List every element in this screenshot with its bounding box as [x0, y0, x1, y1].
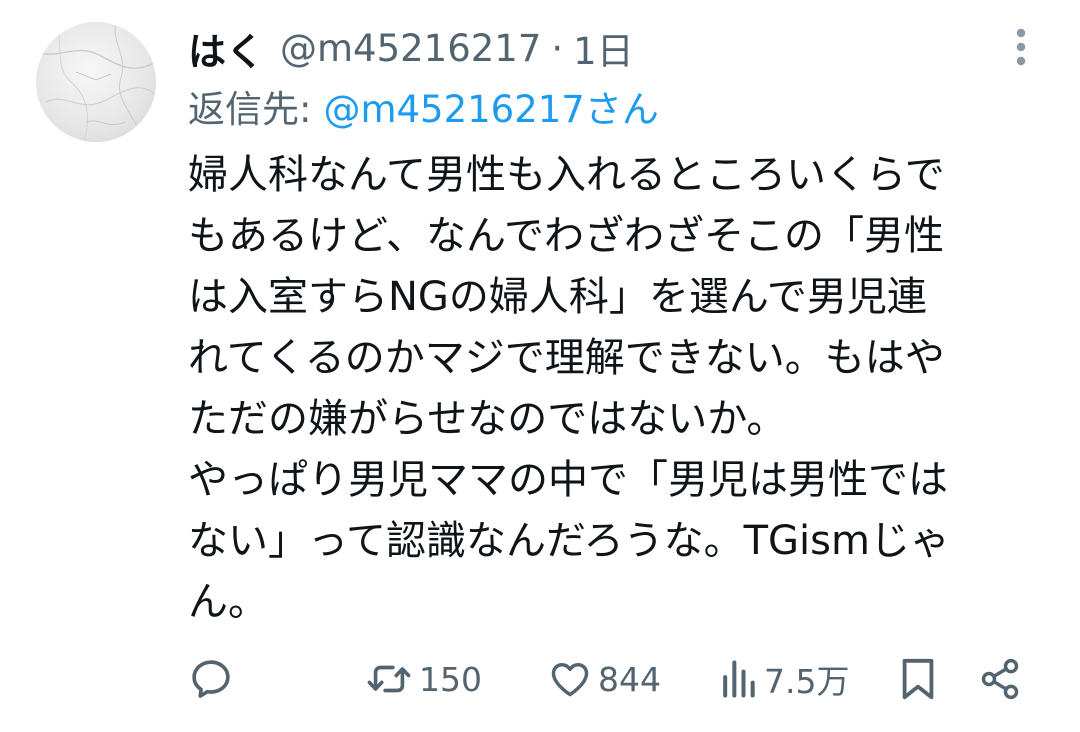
retweet-icon: [367, 665, 411, 693]
tweet-body-line: ん。: [188, 579, 268, 625]
user-handle[interactable]: @m45216217: [280, 27, 541, 70]
tweet-body-line: やっぱり男児ママの中で「男児は男性では: [188, 457, 948, 503]
timestamp[interactable]: 1日: [573, 21, 634, 75]
tweet-body-line: もあるけど、なんでわざわざそこの「男性: [188, 213, 944, 259]
tweet-body-line: は入室すらNGの婦人科」を選んで男児連: [188, 274, 927, 320]
marble-avatar-image: [36, 22, 156, 142]
tweet-body-line: ただの嫌がらせなのではないか。: [188, 396, 787, 442]
like-count: 844: [598, 659, 661, 699]
reply-icon: [192, 660, 230, 698]
share-icon: [981, 658, 1019, 700]
tweet-body-line: 婦人科なんて男性も入れるところいくらで: [188, 152, 945, 198]
tweet-body-line: ない」って認識なんだろうな。TGismじゃ: [188, 518, 950, 564]
reply-button[interactable]: [188, 650, 234, 708]
share-button[interactable]: [978, 650, 1022, 708]
tweet-body: 婦人科なんて男性も入れるところいくらで もあるけど、なんでわざわざそこの「男性 …: [188, 145, 1058, 633]
reply-to-handle-link[interactable]: @m45216217さん: [323, 79, 658, 133]
views-button[interactable]: 7.5万: [718, 650, 849, 708]
reply-to-label: 返信先:: [188, 88, 312, 131]
more-options-button[interactable]: [998, 22, 1044, 72]
reply-to-line: 返信先: @m45216217さん: [188, 80, 659, 132]
display-name[interactable]: はく: [188, 21, 264, 76]
tweet-body-line: れてくるのかマジで理解できない。もはや: [188, 335, 945, 381]
heart-icon: [551, 662, 589, 697]
tweet-action-bar: 150 844 7.5万: [0, 650, 1080, 708]
tweet-header: はく @m45216217 · 1日: [188, 22, 634, 74]
retweet-count: 150: [419, 659, 482, 699]
separator-dot: ·: [551, 26, 564, 70]
like-button[interactable]: 844: [548, 650, 661, 708]
more-vertical-icon: [1016, 28, 1026, 66]
avatar[interactable]: [36, 22, 156, 142]
bookmark-icon: [902, 658, 934, 700]
bar-chart-icon: [723, 660, 755, 698]
retweet-button[interactable]: 150: [365, 650, 482, 708]
views-count: 7.5万: [764, 662, 850, 701]
bookmark-button[interactable]: [898, 650, 938, 708]
